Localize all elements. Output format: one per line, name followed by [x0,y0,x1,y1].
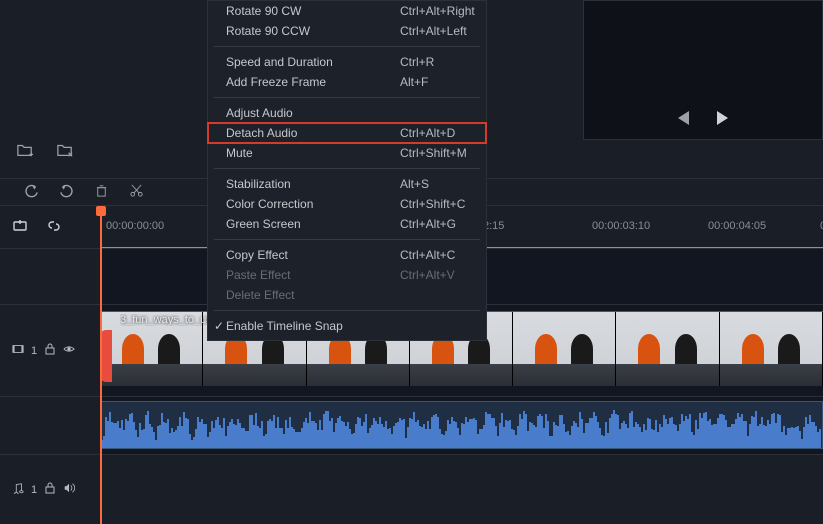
menu-item-add-freeze-frame[interactable]: Add Freeze Frame Alt+F [208,72,486,92]
menu-item-copy-effect[interactable]: Copy Effect Ctrl+Alt+C [208,245,486,265]
folder-icons [16,142,74,161]
menu-item-label: Copy Effect [226,248,288,262]
timeline-left-controls [0,206,100,248]
menu-item-label: Detach Audio [226,126,297,140]
menu-item-label: Rotate 90 CW [226,4,301,18]
menu-item-label: Speed and Duration [226,55,333,69]
menu-item-label: Delete Effect [226,288,294,302]
menu-item-shortcut: Ctrl+Shift+C [380,197,476,211]
menu-item-adjust-audio[interactable]: Adjust Audio [208,103,486,123]
menu-item-speed-and-duration[interactable]: Speed and Duration Ctrl+R [208,52,486,72]
menu-item-shortcut: Alt+S [380,177,476,191]
lock-icon[interactable] [44,482,56,497]
menu-item-color-correction[interactable]: Color Correction Ctrl+Shift+C [208,194,486,214]
menu-item-label: Green Screen [226,217,301,231]
ruler-label: 00:00:03:10 [592,220,650,232]
menu-item-label: Color Correction [226,197,313,211]
menu-item-paste-effect: Paste Effect Ctrl+Alt+V [208,265,486,285]
menu-item-stabilization[interactable]: Stabilization Alt+S [208,174,486,194]
menu-separator [214,46,480,47]
visibility-icon[interactable] [63,343,75,358]
ruler-label: 00:00:00:00 [106,220,164,232]
audio-clip[interactable] [100,401,823,449]
playhead[interactable] [100,206,102,524]
menu-item-label: Stabilization [226,177,291,191]
redo-button[interactable] [59,183,74,201]
cut-button[interactable] [129,183,144,201]
music-track-icon [12,482,24,497]
link-button[interactable] [46,218,62,237]
menu-item-rotate-90-ccw[interactable]: Rotate 90 CCW Ctrl+Alt+Left [208,21,486,41]
audio-track-body[interactable] [100,454,823,524]
track-audio-music: 1 [0,454,823,524]
video-track-icon [12,343,24,358]
menu-item-shortcut: Ctrl+Alt+D [380,126,476,140]
ruler-label: 00:00:04:05 [708,220,766,232]
menu-item-shortcut: Ctrl+Alt+G [380,217,476,231]
audio-linked-body[interactable] [100,396,823,454]
track-audio-linked [0,396,823,454]
video-track-head: 1 [0,304,100,396]
menu-item-label: Enable Timeline Snap [226,319,343,333]
menu-separator [214,97,480,98]
add-folder-button[interactable] [16,142,34,161]
menu-separator [214,239,480,240]
lock-icon[interactable] [44,343,56,358]
menu-item-shortcut: Ctrl+Alt+Left [380,24,476,38]
menu-item-label: Paste Effect [226,268,290,282]
remove-folder-button[interactable] [56,142,74,161]
menu-item-rotate-90-cw[interactable]: Rotate 90 CW Ctrl+Alt+Right [208,1,486,21]
menu-item-delete-effect: Delete Effect [208,285,486,305]
audio-track-head: 1 [0,454,100,524]
preview-panel [583,0,823,140]
speaker-icon[interactable] [63,482,75,497]
menu-item-label: Add Freeze Frame [226,75,326,89]
preview-controls [678,111,728,125]
context-menu: Rotate 90 CW Ctrl+Alt+Right Rotate 90 CCW C… [207,0,487,341]
menu-item-label: Rotate 90 CCW [226,24,310,38]
menu-item-mute[interactable]: Mute Ctrl+Shift+M [208,143,486,163]
menu-item-shortcut: Ctrl+R [380,55,476,69]
add-marker-button[interactable] [12,218,28,237]
menu-item-label: Mute [226,146,253,160]
check-icon: ✓ [214,319,224,333]
menu-item-shortcut: Ctrl+Shift+M [380,146,476,160]
play-button[interactable] [717,111,728,125]
prev-frame-button[interactable] [678,111,689,125]
menu-item-shortcut: Ctrl+Alt+Right [380,4,476,18]
delete-button[interactable] [94,183,109,201]
menu-item-shortcut: Alt+F [380,75,476,89]
menu-item-shortcut: Ctrl+Alt+C [380,248,476,262]
audio-track-label: 1 [31,484,37,496]
menu-item-detach-audio[interactable]: Detach Audio Ctrl+Alt+D [208,123,486,143]
undo-button[interactable] [24,183,39,201]
menu-separator [214,168,480,169]
menu-item-green-screen[interactable]: Green Screen Ctrl+Alt+G [208,214,486,234]
menu-item-label: Adjust Audio [226,106,293,120]
menu-separator [214,310,480,311]
menu-item-shortcut: Ctrl+Alt+V [380,268,476,282]
menu-item-enable-timeline-snap[interactable]: ✓Enable Timeline Snap [208,316,486,336]
video-track-label: 1 [31,345,37,357]
